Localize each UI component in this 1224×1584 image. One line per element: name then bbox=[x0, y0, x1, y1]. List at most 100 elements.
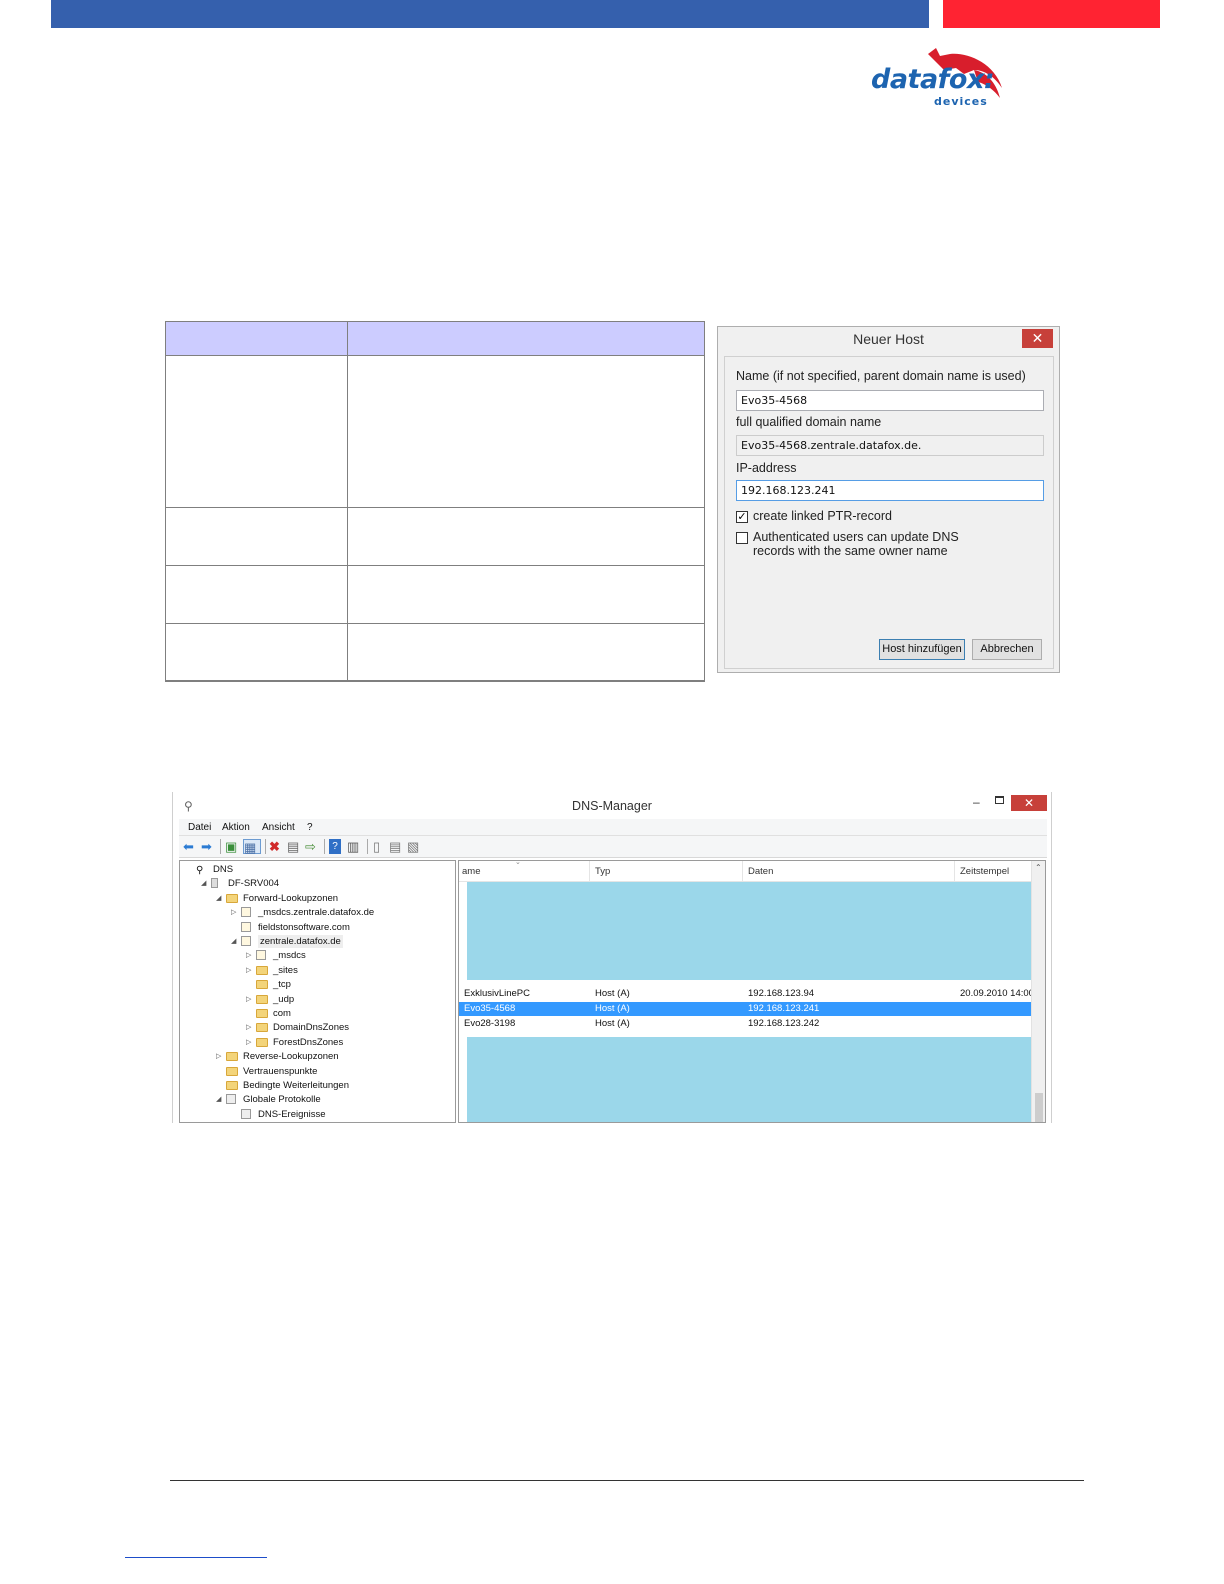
row-data: 192.168.123.241 bbox=[748, 1003, 820, 1014]
tree-item[interactable]: ◢ Forward-Lookupzonen bbox=[180, 892, 455, 905]
collapsed-arrow-icon[interactable]: ▷ bbox=[246, 949, 251, 962]
ptr-label: create linked PTR-record bbox=[753, 509, 892, 523]
folder-icon bbox=[256, 980, 268, 990]
window-title: DNS-Manager bbox=[572, 799, 652, 813]
expanded-arrow-icon[interactable]: ◢ bbox=[216, 1093, 221, 1106]
tree-item-label: com bbox=[273, 1008, 291, 1019]
export-icon[interactable]: ⇨ bbox=[305, 839, 316, 854]
ip-address-field[interactable]: 192.168.123.241 bbox=[736, 480, 1044, 501]
name-field[interactable]: Evo35-4568 bbox=[736, 390, 1044, 411]
table-row[interactable]: ExklusivLinePC Host (A) 192.168.123.94 2… bbox=[459, 987, 1037, 1001]
dialog-title: Neuer Host bbox=[853, 331, 924, 347]
log-icon bbox=[241, 1108, 251, 1119]
tree-item-label: Bedingte Weiterleitungen bbox=[243, 1080, 349, 1091]
row-data: 192.168.123.242 bbox=[748, 1018, 820, 1029]
auth-update-checkbox[interactable] bbox=[736, 532, 748, 544]
tree-item[interactable]: Bedingte Weiterleitungen bbox=[180, 1079, 455, 1092]
show-hide-tree-icon[interactable]: ▦ bbox=[243, 839, 261, 855]
tree-item[interactable]: fieldstonsoftware.com bbox=[180, 921, 455, 934]
fqdn-field: Evo35-4568.zentrale.datafox.de. bbox=[736, 435, 1044, 456]
delete-icon[interactable]: ✖ bbox=[269, 839, 280, 854]
toolbar: ⬅ ➡ ▣ ▦ ✖ ▤ ⇨ ? ▥ ▯ ▤ ▧ bbox=[179, 836, 1047, 858]
action-pane-icon[interactable]: ▥ bbox=[347, 839, 359, 854]
collapsed-arrow-icon[interactable]: ▷ bbox=[231, 906, 236, 919]
zone-file-icon[interactable]: ▧ bbox=[407, 839, 419, 854]
scroll-up-icon[interactable]: ⌃ bbox=[1035, 863, 1042, 872]
folder-icon bbox=[256, 1023, 268, 1033]
cancel-button[interactable]: Abbrechen bbox=[972, 639, 1042, 660]
collapsed-arrow-icon[interactable]: ▷ bbox=[216, 1050, 221, 1063]
tree-item[interactable]: ▷ DomainDnsZones bbox=[180, 1021, 455, 1034]
datafox-logo: datafox: devices bbox=[866, 48, 1006, 112]
tree-item[interactable]: ▷ _msdcs bbox=[180, 949, 455, 962]
name-label: Name (if not specified, parent domain na… bbox=[736, 369, 1026, 383]
tree-item[interactable]: _tcp bbox=[180, 978, 455, 991]
tree-item[interactable]: ▷ _msdcs.zentrale.datafox.de bbox=[180, 906, 455, 919]
tree-item-label: Vertrauenspunkte bbox=[243, 1065, 318, 1077]
collapsed-arrow-icon[interactable]: ▷ bbox=[246, 964, 251, 977]
ptr-checkbox[interactable]: ✓ bbox=[736, 511, 748, 523]
column-name[interactable]: ame bbox=[462, 866, 480, 877]
tree-item[interactable]: ◢ zentrale.datafox.de bbox=[180, 935, 455, 948]
tree-item-label: ForestDnsZones bbox=[273, 1036, 344, 1048]
tree-item[interactable]: ▷ ForestDnsZones bbox=[180, 1036, 455, 1049]
tree-item[interactable]: Vertrauenspunkte bbox=[180, 1065, 455, 1078]
server-icon bbox=[211, 878, 218, 889]
tree-item[interactable]: ▷ _udp bbox=[180, 993, 455, 1006]
folder-icon bbox=[226, 1066, 238, 1076]
row-type: Host (A) bbox=[595, 988, 630, 999]
up-folder-icon[interactable]: ▣ bbox=[225, 839, 237, 854]
tree-item[interactable]: ◢ Globale Protokolle bbox=[180, 1093, 455, 1106]
zone-icon bbox=[241, 936, 251, 946]
tree-item[interactable]: DNS-Ereignisse bbox=[180, 1108, 455, 1121]
sort-chevron-icon: ⌄ bbox=[515, 860, 521, 866]
menu-ansicht[interactable]: Ansicht bbox=[262, 822, 295, 833]
menu-datei[interactable]: Datei bbox=[188, 822, 211, 833]
menu-help[interactable]: ? bbox=[307, 822, 313, 833]
record-list-icon[interactable]: ▤ bbox=[389, 839, 401, 854]
tree-item-label: _tcp bbox=[273, 979, 291, 991]
minimize-icon[interactable]: – bbox=[973, 795, 980, 809]
close-icon[interactable]: ✕ bbox=[1022, 329, 1053, 348]
folder-icon bbox=[256, 965, 268, 975]
help-icon[interactable]: ? bbox=[329, 839, 341, 854]
table-row bbox=[166, 624, 704, 681]
tree-item[interactable]: com bbox=[180, 1007, 455, 1020]
add-host-button[interactable]: Host hinzufügen bbox=[879, 639, 965, 660]
column-type[interactable]: Typ bbox=[595, 866, 610, 877]
collapsed-arrow-icon[interactable]: ▷ bbox=[246, 1036, 251, 1049]
fqdn-label: full qualified domain name bbox=[736, 415, 882, 429]
server-icon[interactable]: ▯ bbox=[373, 839, 380, 854]
close-icon[interactable]: ✕ bbox=[1011, 795, 1047, 811]
title-bar: ⚲ DNS-Manager – ✕ bbox=[173, 792, 1051, 818]
column-divider bbox=[589, 861, 590, 882]
tree-item-label: zentrale.datafox.de bbox=[258, 935, 343, 948]
maximize-icon[interactable] bbox=[995, 796, 1004, 804]
back-icon[interactable]: ⬅ bbox=[183, 839, 194, 854]
footer-link-underline[interactable] bbox=[125, 1557, 267, 1558]
collapsed-arrow-icon[interactable]: ▷ bbox=[246, 993, 251, 1006]
collapsed-arrow-icon[interactable]: ▷ bbox=[246, 1021, 251, 1034]
scroll-thumb[interactable] bbox=[1035, 1093, 1043, 1122]
table-row[interactable]: Evo28-3198 Host (A) 192.168.123.242 bbox=[459, 1017, 1031, 1031]
vertical-scrollbar[interactable]: ⌃ bbox=[1031, 861, 1045, 1122]
table-row-selected[interactable]: Evo35-4568 Host (A) 192.168.123.241 bbox=[459, 1002, 1031, 1016]
auth-label-1: Authenticated users can update DNS bbox=[753, 530, 959, 544]
tree-item[interactable]: ⚲ DNS bbox=[180, 863, 455, 876]
tree-item[interactable]: ◢ DF-SRV004 bbox=[180, 877, 455, 890]
tree-item-label: _msdcs.zentrale.datafox.de bbox=[258, 907, 375, 919]
menu-aktion[interactable]: Aktion bbox=[222, 822, 250, 833]
expanded-arrow-icon[interactable]: ◢ bbox=[201, 877, 206, 890]
zone-icon bbox=[256, 950, 266, 961]
expanded-arrow-icon[interactable]: ◢ bbox=[216, 892, 221, 905]
ip-label: IP-address bbox=[736, 461, 797, 475]
expanded-arrow-icon[interactable]: ◢ bbox=[231, 935, 236, 948]
tree-item[interactable]: ▷ Reverse-Lookupzonen bbox=[180, 1050, 455, 1063]
forward-icon[interactable]: ➡ bbox=[201, 839, 212, 854]
column-data[interactable]: Daten bbox=[748, 866, 773, 877]
table-row bbox=[166, 566, 704, 624]
row-data: 192.168.123.94 bbox=[748, 988, 815, 999]
properties-icon[interactable]: ▤ bbox=[287, 839, 299, 854]
tree-item[interactable]: ▷ _sites bbox=[180, 964, 455, 977]
column-timestamp[interactable]: Zeitstempel bbox=[960, 866, 1009, 877]
